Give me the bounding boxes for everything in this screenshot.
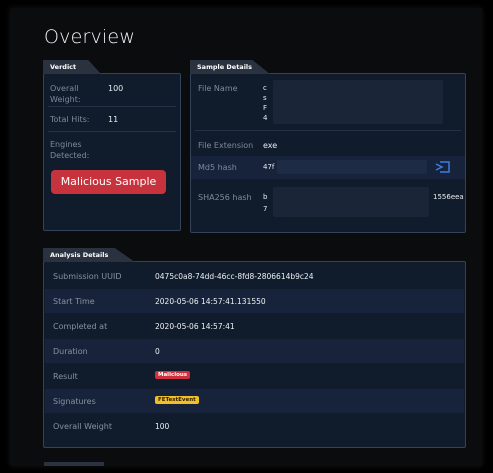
analysis-row-result: Result Malicious [45, 364, 464, 388]
file-extension-value: exe [263, 141, 278, 150]
overall-weight-value: 100 [155, 422, 170, 431]
total-hits-label: Total Hits: [50, 115, 90, 124]
divider [195, 130, 461, 131]
signature-badge[interactable]: FETestEvent [155, 396, 199, 404]
sha256-line-1-end: 1556eea [433, 193, 464, 201]
malicious-sample-button[interactable]: Malicious Sample [51, 170, 166, 194]
redacted-md5 [277, 160, 427, 174]
analysis-row-overall-weight: Overall Weight 100 [45, 414, 464, 438]
start-time-value: 2020-05-06 14:57:41.131550 [155, 297, 266, 306]
redacted-file-name [273, 80, 443, 124]
analysis-details-panel: Analysis Details Submission UUID 0475c0a… [43, 248, 466, 448]
duration-value: 0 [155, 347, 160, 356]
overall-weight-label: Overall Weight [53, 422, 113, 431]
file-extension-label: File Extension [198, 141, 254, 150]
overall-weight-label: Overall Weight: [50, 84, 81, 104]
completed-value: 2020-05-06 14:57:41 [155, 322, 235, 331]
next-section-tab [44, 462, 104, 466]
total-hits-value: 11 [108, 115, 119, 124]
engines-detected-label: Engines Detected: [50, 140, 90, 160]
analysis-row-signatures: Signatures FETestEvent [45, 389, 464, 413]
divider [48, 106, 176, 107]
signatures-label: Signatures [53, 397, 96, 406]
start-time-label: Start Time [53, 297, 95, 306]
completed-label: Completed at [53, 322, 108, 331]
verdict-panel: Verdict Overall Weight: 100 Total Hits: … [43, 60, 181, 231]
uuid-value: 0475c0a8-74dd-46cc-8fd8-2806614b9c24 [155, 272, 314, 281]
sha256-label: SHA256 hash [198, 193, 252, 202]
result-badge: Malicious [155, 371, 191, 379]
sha256-line-2: 7 [263, 205, 268, 213]
result-label: Result [53, 372, 78, 381]
uuid-label: Submission UUID [53, 272, 122, 281]
file-name-label: File Name [198, 84, 238, 93]
overall-weight-value: 100 [108, 84, 124, 93]
export-icon[interactable] [435, 159, 451, 173]
duration-label: Duration [53, 347, 88, 356]
divider [48, 131, 176, 132]
md5-label: Md5 hash [198, 163, 237, 172]
analysis-row-start-time: Start Time 2020-05-06 14:57:41.131550 [45, 289, 464, 313]
sample-details-panel: Sample Details File Name c s F 4 File Ex… [190, 60, 466, 233]
file-name-line-4: 4 [263, 114, 268, 122]
redacted-sha256 [273, 187, 429, 217]
page-title: Overview [44, 26, 136, 48]
md5-value: 47f [263, 163, 275, 171]
analysis-row-duration: Duration 0 [45, 339, 464, 363]
analysis-row-uuid: Submission UUID 0475c0a8-74dd-46cc-8fd8-… [45, 264, 464, 288]
analysis-row-completed: Completed at 2020-05-06 14:57:41 [45, 314, 464, 338]
sha256-line-1-start: b [263, 193, 268, 201]
md5-row: Md5 hash 47f [191, 156, 465, 179]
